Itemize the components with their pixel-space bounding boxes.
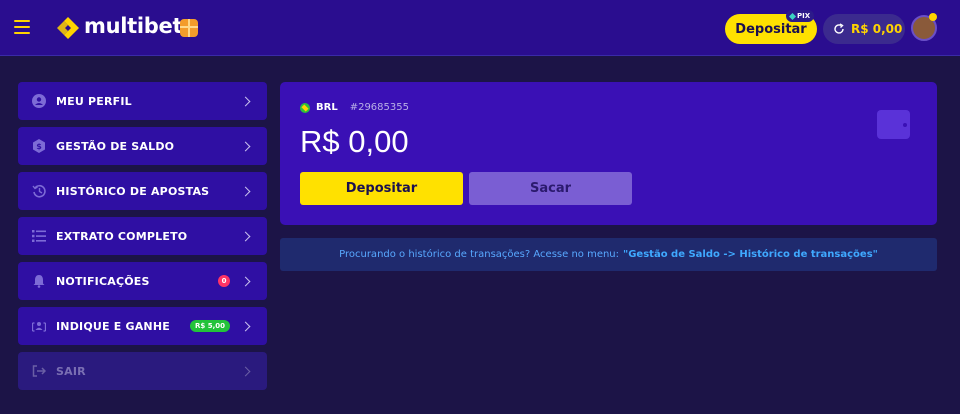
currency-code: BRL [316, 102, 338, 113]
transaction-history-hint: Procurando o histórico de transações? Ac… [280, 238, 937, 271]
menu-item-label: INDIQUE E GANHE [56, 319, 170, 333]
brand-name[interactable]: multibet [84, 14, 182, 38]
pix-icon [788, 12, 797, 20]
menu-item-refer-and-earn[interactable]: INDIQUE E GANHE R$ 5,00 [18, 307, 267, 345]
menu-item-bet-history[interactable]: HISTÓRICO DE APOSTAS [18, 172, 267, 210]
notification-count-badge: 0 [218, 275, 230, 287]
refresh-icon[interactable] [833, 23, 845, 35]
logout-icon [32, 364, 46, 378]
hint-menu-path-link[interactable]: "Gestão de Saldo -> Histórico de transaç… [623, 249, 878, 260]
user-icon [32, 94, 46, 108]
notification-dot-icon [929, 13, 937, 21]
menu-item-label: NOTIFICAÇÕES [56, 274, 150, 288]
wallet-balance: R$ 0,00 [300, 124, 409, 159]
gift-icon[interactable] [180, 19, 198, 37]
deposit-button[interactable]: Depositar [300, 172, 463, 205]
hamburger-menu-icon[interactable] [14, 20, 30, 34]
dollar-icon: $ [32, 139, 46, 153]
chevron-right-icon [240, 96, 251, 106]
referral-bonus-badge: R$ 5,00 [190, 320, 230, 332]
chevron-right-icon [240, 186, 251, 196]
chevron-right-icon [240, 231, 251, 241]
menu-item-balance-management[interactable]: $ GESTÃO DE SALDO [18, 127, 267, 165]
withdraw-button[interactable]: Sacar [469, 172, 632, 205]
menu-item-notifications[interactable]: NOTIFICAÇÕES 0 [18, 262, 267, 300]
bell-icon [32, 274, 46, 288]
list-icon [32, 229, 46, 243]
menu-item-label: SAIR [56, 364, 86, 378]
menu-item-label: GESTÃO DE SALDO [56, 139, 175, 153]
account-menu: MEU PERFIL $ GESTÃO DE SALDO HISTÓRICO D… [18, 82, 267, 397]
chevron-right-icon [240, 276, 251, 286]
svg-text:$: $ [36, 142, 42, 151]
menu-item-full-statement[interactable]: EXTRATO COMPLETO [18, 217, 267, 255]
referral-icon [32, 319, 46, 333]
header-balance-value: R$ 0,00 [851, 22, 903, 36]
menu-item-label: HISTÓRICO DE APOSTAS [56, 184, 210, 198]
chevron-right-icon [240, 366, 251, 376]
history-icon [32, 184, 46, 198]
pix-badge: PIX [786, 10, 815, 22]
multibet-logo-icon[interactable] [55, 15, 81, 41]
menu-item-label: MEU PERFIL [56, 94, 132, 108]
chevron-right-icon [240, 141, 251, 151]
header-balance-button[interactable]: R$ 0,00 [823, 14, 905, 44]
menu-item-label: EXTRATO COMPLETO [56, 229, 188, 243]
menu-item-logout[interactable]: SAIR [18, 352, 267, 390]
hint-text: Procurando o histórico de transações? Ac… [339, 249, 620, 260]
wallet-card: BRL #29685355 R$ 0,00 Depositar Sacar [280, 82, 937, 225]
currency-row: BRL #29685355 [300, 102, 409, 113]
account-id: #29685355 [349, 102, 409, 113]
brazil-flag-icon [300, 102, 310, 113]
pix-label: PIX [797, 12, 811, 20]
chevron-right-icon [240, 321, 251, 331]
wallet-icon [877, 110, 910, 139]
menu-item-profile[interactable]: MEU PERFIL [18, 82, 267, 120]
top-header: multibet Depositar PIX R$ 0,00 [0, 0, 960, 56]
